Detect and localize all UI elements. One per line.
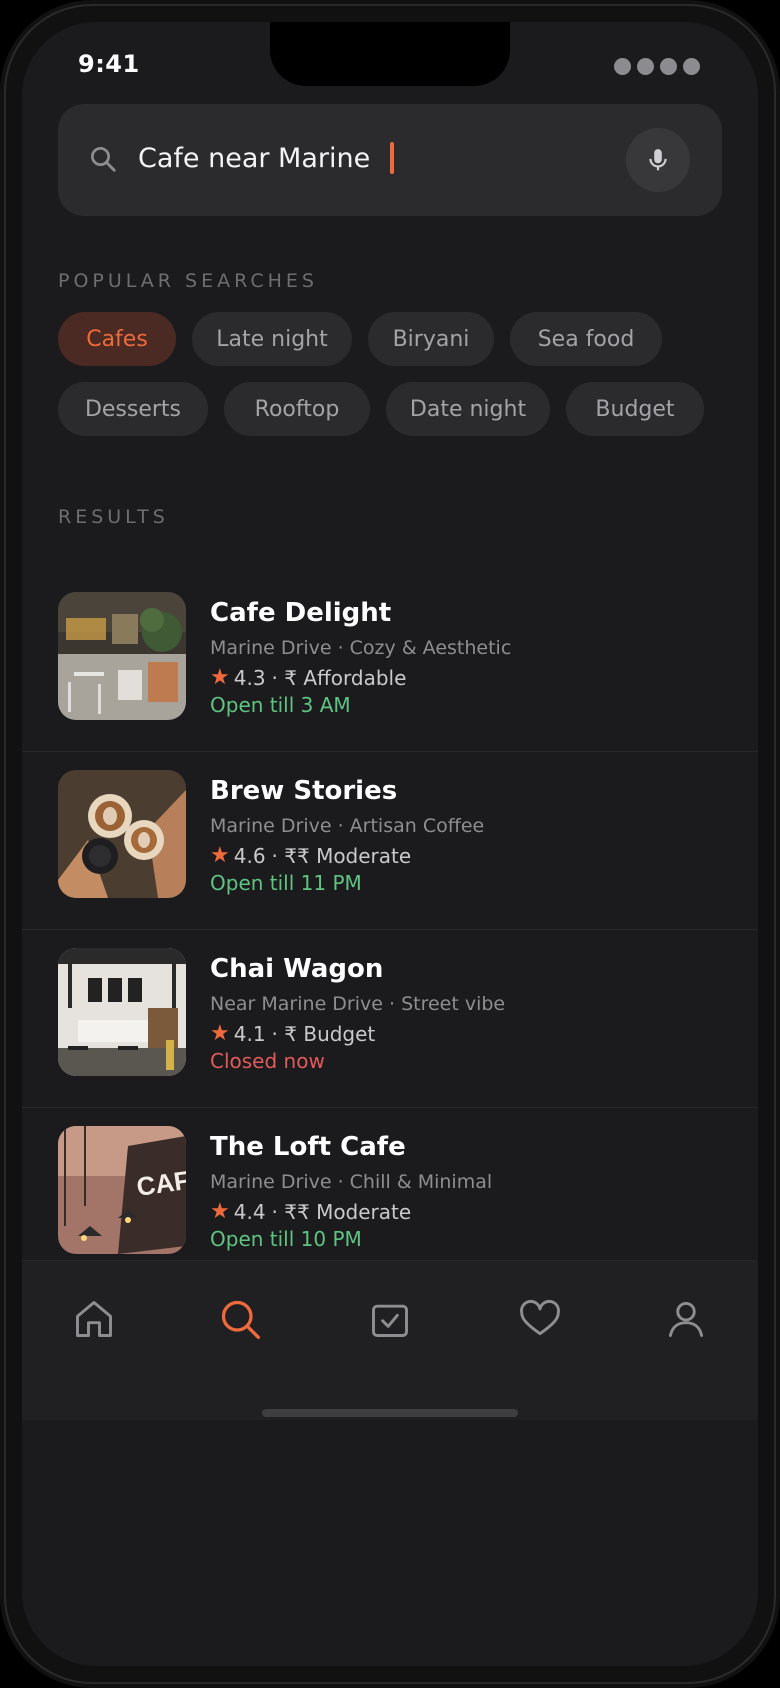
chip-sea-food[interactable]: Sea food (510, 312, 662, 366)
result-meta: ★ 4.6 · ₹₹ Moderate (210, 843, 411, 868)
chip-biryani[interactable]: Biryani (368, 312, 494, 366)
bookings-icon[interactable] (368, 1297, 412, 1341)
signal-dots-icon (614, 58, 700, 75)
bottom-tab-bar (22, 1260, 758, 1420)
result-subtitle: Near Marine Drive · Street vibe (210, 993, 506, 1015)
result-name: Brew Stories (210, 776, 398, 806)
cafe-photo (58, 770, 186, 898)
result-subtitle: Marine Drive · Chill & Minimal (210, 1171, 493, 1193)
svg-text:CAF: CAF (135, 1165, 186, 1202)
star-icon: ★ (210, 1199, 230, 1224)
star-icon: ★ (210, 1021, 230, 1046)
result-item[interactable]: Cafe Delight Marine Drive · Cozy & Aesth… (22, 574, 758, 752)
home-indicator[interactable] (262, 1409, 518, 1417)
chip-desserts[interactable]: Desserts (58, 382, 208, 436)
heart-icon[interactable] (518, 1297, 562, 1341)
result-rating: 4.6 (233, 843, 266, 868)
chip-rooftop[interactable]: Rooftop (224, 382, 370, 436)
result-status: Closed now (210, 1049, 325, 1073)
result-meta: ★ 4.3 · ₹ Affordable (210, 665, 406, 690)
chip-late-night[interactable]: Late night (192, 312, 352, 366)
result-price: · ₹₹ Moderate (271, 1199, 412, 1224)
result-rating: 4.3 (233, 665, 266, 690)
text-caret (390, 142, 395, 174)
status-time: 9:41 (78, 50, 140, 78)
result-price: · ₹ Affordable (271, 665, 407, 690)
result-item[interactable]: Chai Wagon Near Marine Drive · Street vi… (22, 930, 758, 1108)
result-price: · ₹₹ Moderate (271, 843, 412, 868)
notch (270, 22, 510, 86)
result-rating: 4.1 (233, 1021, 266, 1046)
search-bar[interactable]: Cafe near Marine (58, 104, 722, 216)
chip-date-night[interactable]: Date night (386, 382, 550, 436)
result-rating: 4.4 (233, 1199, 266, 1224)
result-item[interactable]: Brew Stories Marine Drive · Artisan Coff… (22, 752, 758, 930)
phone-frame: 9:41 Cafe near Marine POPULAR SEARCHES C… (0, 0, 780, 1688)
star-icon: ★ (210, 665, 230, 690)
result-name: Chai Wagon (210, 954, 384, 984)
chip-cafes[interactable]: Cafes (58, 312, 176, 366)
cafe-photo (58, 948, 186, 1076)
microphone-icon (649, 149, 667, 171)
profile-icon[interactable] (664, 1297, 708, 1341)
result-meta: ★ 4.4 · ₹₹ Moderate (210, 1199, 411, 1224)
result-name: Cafe Delight (210, 598, 392, 628)
search-query-text: Cafe near Marine (138, 142, 371, 174)
result-name: The Loft Cafe (210, 1132, 406, 1162)
result-status: Open till 3 AM (210, 693, 351, 717)
results-label: RESULTS (58, 506, 169, 528)
result-status: Open till 10 PM (210, 1227, 362, 1251)
cafe-photo (58, 592, 186, 720)
result-status: Open till 11 PM (210, 871, 362, 895)
microphone-button[interactable] (626, 128, 690, 192)
cafe-photo: CAF (58, 1126, 186, 1254)
result-price: · ₹ Budget (271, 1021, 376, 1046)
search-icon[interactable] (218, 1297, 262, 1341)
result-subtitle: Marine Drive · Artisan Coffee (210, 815, 485, 837)
chip-budget[interactable]: Budget (566, 382, 704, 436)
home-icon[interactable] (72, 1297, 116, 1341)
result-subtitle: Marine Drive · Cozy & Aesthetic (210, 637, 512, 659)
star-icon: ★ (210, 843, 230, 868)
search-icon (91, 147, 116, 172)
result-meta: ★ 4.1 · ₹ Budget (210, 1021, 375, 1046)
popular-searches-label: POPULAR SEARCHES (58, 270, 318, 292)
search-input[interactable]: Cafe near Marine (138, 142, 395, 174)
screen: 9:41 Cafe near Marine POPULAR SEARCHES C… (22, 22, 758, 1666)
